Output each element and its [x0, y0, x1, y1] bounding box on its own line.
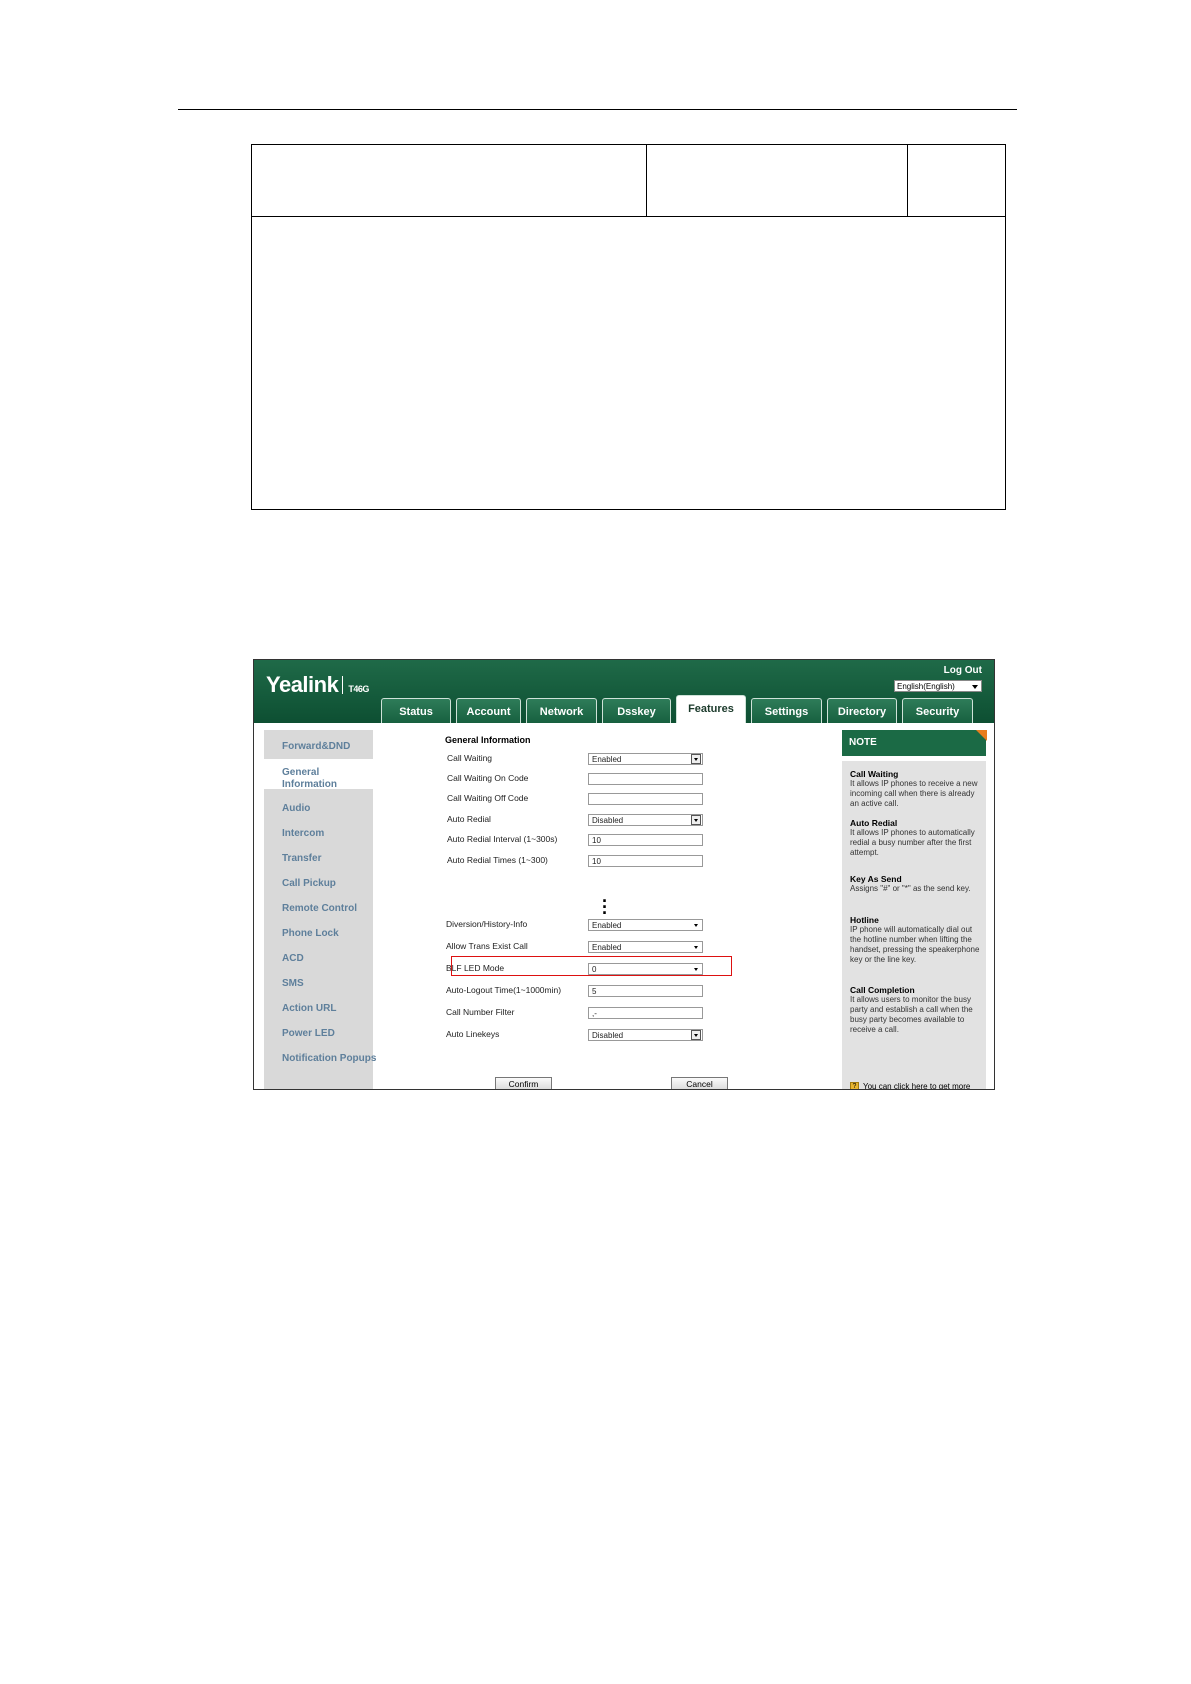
field-label-call-waiting: Call Waiting [447, 753, 493, 763]
sidebar-item-action-url[interactable]: Action URL [282, 1003, 336, 1014]
auto-redial-interval-input[interactable]: 10 [588, 834, 703, 846]
sidebar-item-power-led[interactable]: Power LED [282, 1028, 335, 1039]
call-waiting-select[interactable]: Enabled [588, 753, 703, 765]
field-label-allow-trans-exist-call: Allow Trans Exist Call [446, 941, 528, 951]
tab-security[interactable]: Security [902, 698, 973, 723]
language-value: English(English) [897, 682, 955, 691]
dropdown-arrow-icon [691, 815, 701, 825]
auto-redial-select[interactable]: Disabled [588, 814, 703, 826]
field-label-call-waiting-on-code: Call Waiting On Code [447, 773, 529, 783]
field-label-diversion-history-info: Diversion/History-Info [446, 919, 528, 929]
field-label-call-number-filter: Call Number Filter [446, 1007, 515, 1017]
tab-features[interactable]: Features [676, 695, 746, 723]
field-label-auto-redial-interval: Auto Redial Interval (1~300s) [447, 834, 558, 844]
chevron-down-icon [694, 946, 698, 949]
help-guide-icon[interactable]: ? [850, 1082, 859, 1089]
allow-trans-exist-call-select[interactable]: Enabled [588, 941, 703, 953]
note-title: Key As Send [850, 874, 902, 884]
field-label-call-waiting-off-code: Call Waiting Off Code [447, 793, 529, 803]
note-corner-decoration [976, 730, 987, 741]
section-title: General Information [445, 735, 531, 745]
field-value: Disabled [592, 1031, 624, 1040]
call-waiting-off-code-input[interactable] [588, 793, 703, 805]
note-text: It allows IP phones to receive a new inc… [850, 779, 978, 808]
note-text: Assigns "#" or "*" as the send key. [850, 884, 971, 893]
field-value: Disabled [592, 816, 624, 825]
tab-status[interactable]: Status [381, 698, 451, 723]
ellipsis-vertical-icon: · · · [602, 891, 608, 923]
sidebar-item-notification-popups[interactable]: Notification Popups [282, 1053, 376, 1064]
sidebar-item-remote-control[interactable]: Remote Control [282, 903, 357, 914]
note-title: Call Completion [850, 985, 915, 995]
sidebar-item-audio[interactable]: Audio [282, 803, 310, 814]
diversion-history-info-select[interactable]: Enabled [588, 919, 703, 931]
call-number-filter-input[interactable]: ,- [588, 1007, 703, 1019]
document-table [251, 144, 1006, 510]
language-select[interactable]: English(English) [894, 680, 982, 692]
chevron-down-icon [972, 685, 978, 689]
table-header-row [252, 145, 1005, 217]
dropdown-arrow-icon [691, 1030, 701, 1040]
auto-logout-time-input[interactable]: 5 [588, 985, 703, 997]
sidebar-item-general-information[interactable]: General Information [282, 767, 362, 791]
auto-redial-times-input[interactable]: 10 [588, 855, 703, 867]
top-bar: Yealink T46G Log Out English(English) Sta… [254, 660, 994, 723]
tab-network[interactable]: Network [526, 698, 597, 723]
note-heading: NOTE [842, 730, 986, 756]
sidebar-item-acd[interactable]: ACD [282, 953, 304, 964]
sidebar-item-transfer[interactable]: Transfer [282, 853, 321, 864]
web-ui-screenshot: Yealink T46G Log Out English(English) Sta… [253, 659, 995, 1090]
confirm-button[interactable]: Confirm [495, 1077, 552, 1089]
sidebar-item-phone-lock[interactable]: Phone Lock [282, 928, 339, 939]
model-label: T46G [348, 684, 369, 694]
field-value: 0 [592, 965, 597, 974]
chevron-down-icon [694, 968, 698, 971]
note-title: Auto Redial [850, 818, 898, 828]
note-text: IP phone will automatically dial out the… [850, 925, 980, 964]
yealink-logo: Yealink T46G [266, 672, 369, 698]
dropdown-arrow-icon [691, 754, 701, 764]
chevron-down-icon [694, 924, 698, 927]
note-title: Hotline [850, 915, 879, 925]
field-label-auto-logout-time: Auto-Logout Time(1~1000min) [446, 985, 562, 995]
table-column-divider [907, 145, 908, 216]
call-waiting-on-code-input[interactable] [588, 773, 703, 785]
field-value: Enabled [592, 921, 622, 930]
logout-link[interactable]: Log Out [944, 665, 982, 676]
field-label-auto-linekeys: Auto Linekeys [446, 1029, 500, 1039]
sidebar-item-sms[interactable]: SMS [282, 978, 304, 989]
field-value: Enabled [592, 755, 622, 764]
note-text: It allows IP phones to automatically red… [850, 828, 975, 857]
tab-settings[interactable]: Settings [751, 698, 822, 723]
table-column-divider [646, 145, 647, 216]
blf-led-mode-select[interactable]: 0 [588, 963, 703, 975]
tab-dsskey[interactable]: Dsskey [602, 698, 671, 723]
sidebar-item-call-pickup[interactable]: Call Pickup [282, 878, 336, 889]
field-label-auto-redial-times: Auto Redial Times (1~300) [447, 855, 548, 865]
header-rule [178, 109, 1017, 110]
note-text: It allows users to monitor the busy part… [850, 995, 973, 1034]
note-title: Call Waiting [850, 769, 899, 779]
tab-directory[interactable]: Directory [827, 698, 897, 723]
tab-account[interactable]: Account [456, 698, 521, 723]
note-panel: Call Waiting It allows IP phones to rece… [842, 761, 986, 1089]
field-label-blf-led-mode: BLF LED Mode [446, 963, 505, 973]
auto-linekeys-select[interactable]: Disabled [588, 1029, 703, 1041]
sidebar-item-forward-dnd[interactable]: Forward&DND [282, 741, 350, 752]
cancel-button[interactable]: Cancel [671, 1077, 728, 1089]
guide-link[interactable]: You can click here to get more guides. [863, 1082, 981, 1089]
field-label-auto-redial: Auto Redial [447, 814, 491, 824]
logo-text: Yealink [266, 672, 339, 697]
sidebar-item-intercom[interactable]: Intercom [282, 828, 324, 839]
field-value: Enabled [592, 943, 622, 952]
